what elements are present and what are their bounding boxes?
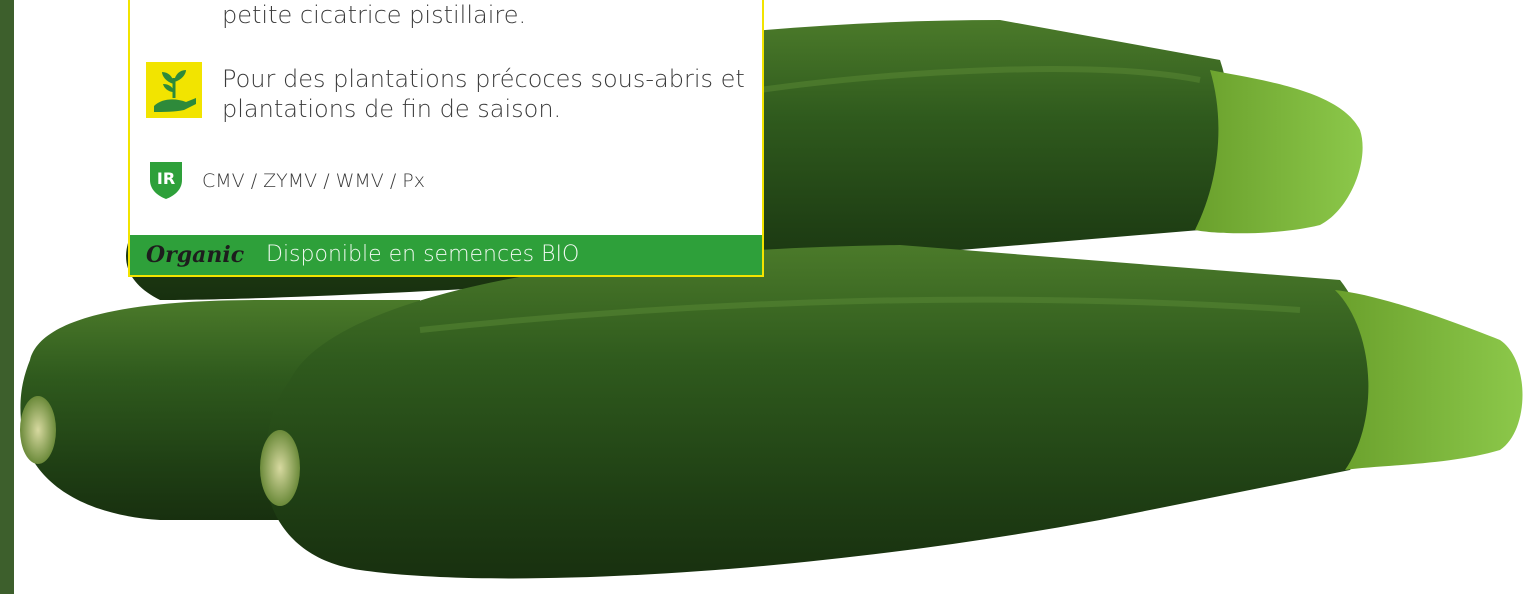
resistance-list: CMV / ZYMV / WMV / Px <box>202 170 425 192</box>
hand-with-sprout-icon <box>146 62 202 118</box>
planting-info: Pour des plantations précoces sous-abris… <box>222 64 745 124</box>
organic-note: Disponible en semences BIO <box>266 242 580 267</box>
planting-line-2: plantations de fin de saison. <box>222 95 562 123</box>
ir-badge-text: IR <box>157 169 175 188</box>
description-text: petite cicatrice pistillaire. <box>222 1 527 29</box>
organic-bar: Organic Disponible en semences BIO <box>130 235 762 275</box>
shield-icon: IR <box>148 158 184 200</box>
variety-info-card: petite cicatrice pistillaire. Pour des p… <box>128 0 764 277</box>
planting-line-1: Pour des plantations précoces sous-abris… <box>222 65 745 93</box>
organic-logo: Organic <box>146 242 245 268</box>
